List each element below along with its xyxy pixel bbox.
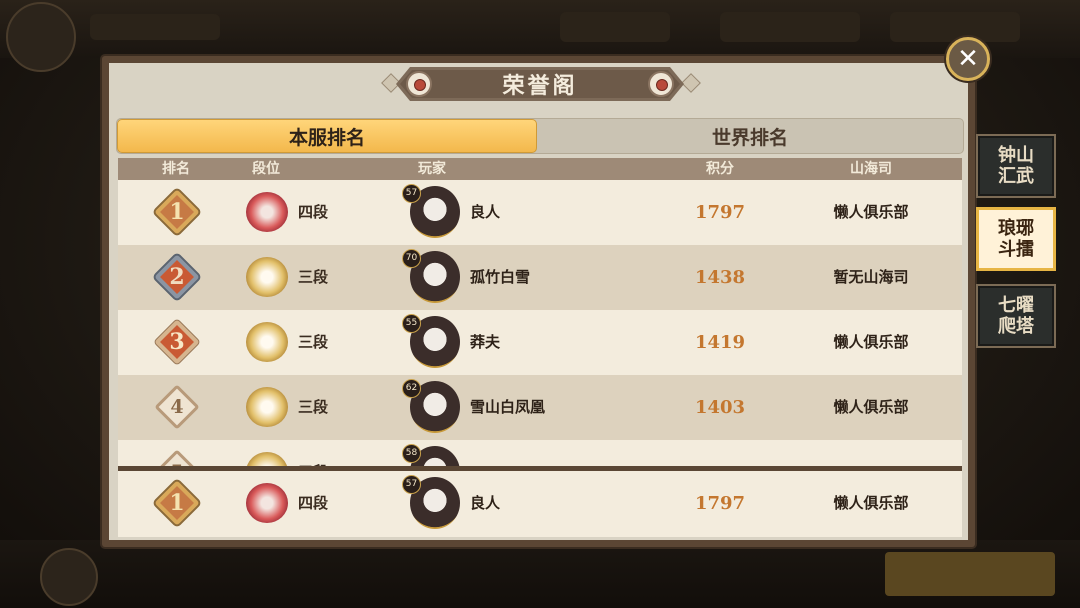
player-name: 良人 [470,203,501,221]
tier-label: 三段 [298,398,329,416]
table-row[interactable]: 4 三段 62 雪山白凤凰 1403 懒人俱乐部 [118,375,962,440]
player-level-badge: 62 [402,379,421,398]
score-value: 1438 [694,267,746,288]
rank-badge-icon: 2 [154,254,200,300]
guild-name [808,440,934,467]
side-tab-qiyao[interactable]: 七曜爬塔 [976,284,1056,348]
background-gold-button [885,552,1055,596]
rank-badge-icon: 3 [154,319,200,365]
tier-label: 四段 [298,203,329,221]
page-title: 荣誉阁 [502,73,578,99]
table-row[interactable]: 2 三段 70 孤竹白雪 1438 暂无山海司 [118,245,962,310]
title-left-ornament-icon [406,71,432,97]
background-avatar [6,2,76,72]
player-level-badge: 57 [402,475,421,494]
column-header-tier: 段位 [252,161,280,177]
player-name: 雪山白凤凰 [470,398,546,416]
score-value [678,440,762,467]
title-right-ornament-icon [648,71,674,97]
background-resource-bar [720,12,860,42]
table-row[interactable]: 1 四段 57 良人 1797 懒人俱乐部 [118,180,962,245]
ranking-list[interactable]: 1 四段 57 良人 1797 懒人俱乐部 2 三段 70 孤竹白雪 1438 … [118,180,962,467]
tab-world-ranking[interactable]: 世界排名 [537,119,963,153]
side-tab-langya[interactable]: 琅琊斗擂 [976,207,1056,271]
player-name: 孤竹白雪 [470,268,531,286]
score-value: 1797 [694,202,746,223]
table-row[interactable]: 3 三段 55 莽夫 1419 懒人俱乐部 [118,310,962,375]
tier-label: 三段 [298,333,329,351]
tab-server-ranking[interactable]: 本服排名 [117,119,537,153]
tier-label: 三段 [298,268,329,286]
side-tab-zhongshan[interactable]: 钟山汇武 [976,134,1056,198]
guild-name: 懒人俱乐部 [833,333,909,351]
player-level-badge: 70 [402,249,421,268]
background-resource-bar [890,12,1020,42]
player-level-badge: 55 [402,314,421,333]
player-level-badge: 58 [402,444,421,463]
tier-label: 三段 [298,440,328,467]
background-bottom-avatar [40,548,98,606]
close-icon: ✕ [957,44,979,74]
table-header: 排名 段位 玩家 积分 山海司 [118,158,962,180]
player-name: 良人 [470,494,501,512]
rank-badge-icon: 4 [154,384,200,430]
tier-emblem-icon [246,387,288,427]
tier-label: 四段 [298,494,329,512]
column-header-rank: 排名 [162,161,190,177]
title-banner: 荣誉阁 [396,67,684,101]
guild-name: 懒人俱乐部 [833,203,909,221]
rank-badge-icon: 1 [154,189,200,235]
player-name: 莽夫 [470,333,501,351]
score-value: 1419 [694,332,746,353]
tier-emblem-icon [246,192,288,232]
close-button[interactable]: ✕ [946,37,990,81]
guild-name: 懒人俱乐部 [833,398,909,416]
column-header-score: 积分 [706,161,734,177]
rank-badge-icon: 1 [154,480,200,526]
guild-name: 暂无山海司 [833,268,909,286]
background-name-plate [90,14,220,40]
score-value: 1797 [694,493,746,514]
guild-name: 懒人俱乐部 [833,494,909,512]
score-value: 1403 [694,397,746,418]
rank-badge-icon: 5 [154,449,200,467]
column-header-player: 玩家 [418,161,446,177]
column-header-guild: 山海司 [850,161,892,177]
table-row[interactable]: 5 三段 58 [118,440,962,467]
tier-emblem-icon [246,483,288,523]
ranking-tabs: 本服排名 世界排名 [116,118,964,154]
my-rank-row: 1 四段 57 良人 1797 懒人俱乐部 [118,471,962,537]
tier-emblem-icon [246,452,288,467]
tier-emblem-icon [246,257,288,297]
player-level-badge: 57 [402,184,421,203]
background-resource-bar [560,12,670,42]
tier-emblem-icon [246,322,288,362]
